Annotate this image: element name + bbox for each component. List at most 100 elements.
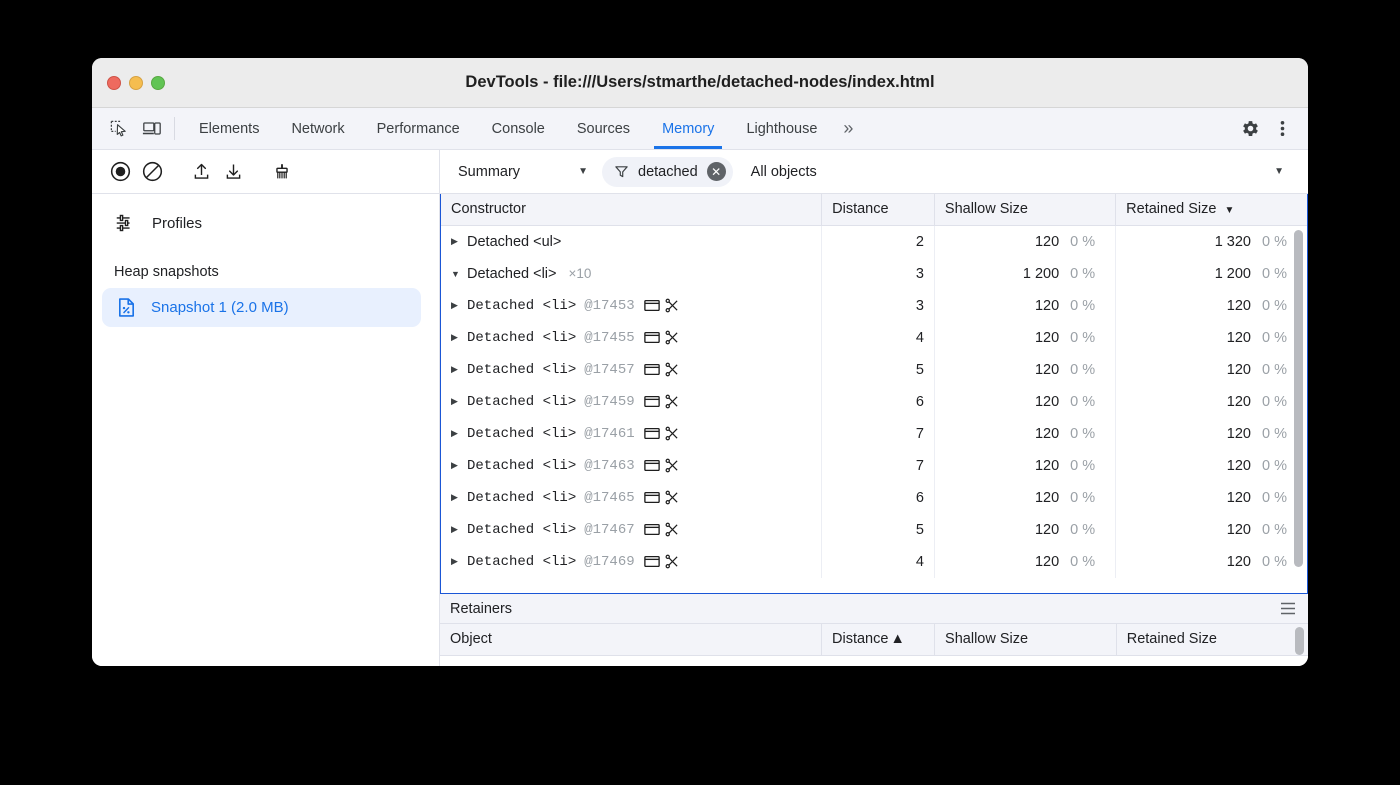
constructor-name: Detached <li> bbox=[467, 522, 576, 538]
constructors-scrollbar[interactable] bbox=[1292, 228, 1305, 589]
record-icon[interactable] bbox=[106, 158, 134, 186]
collapse-triangle-icon[interactable]: ▼ bbox=[451, 269, 467, 279]
close-icon[interactable]: ✕ bbox=[707, 162, 726, 181]
reveal-in-elements-icon[interactable] bbox=[644, 459, 660, 472]
reveal-in-elements-icon[interactable] bbox=[644, 331, 660, 344]
table-row[interactable]: ▶ Detached <li> @17457 5 bbox=[441, 354, 1307, 386]
retained-size-cell: 1200 % bbox=[1116, 418, 1307, 450]
tab-lighthouse[interactable]: Lighthouse bbox=[730, 108, 833, 149]
reveal-in-elements-icon[interactable] bbox=[644, 523, 660, 536]
expand-triangle-icon[interactable]: ▶ bbox=[451, 492, 467, 503]
table-row[interactable]: ▶ Detached <li> @17463 7 bbox=[441, 450, 1307, 482]
constructor-name: Detached <li> bbox=[467, 394, 576, 410]
table-row[interactable]: ▶ Detached <li> @17465 6 bbox=[441, 482, 1307, 514]
object-id: @17455 bbox=[584, 330, 634, 346]
constructor-name: Detached <li> bbox=[467, 554, 576, 570]
expand-triangle-icon[interactable]: ▶ bbox=[451, 236, 467, 247]
tab-performance[interactable]: Performance bbox=[361, 108, 476, 149]
device-toolbar-icon[interactable] bbox=[138, 115, 166, 143]
save-icon[interactable] bbox=[219, 158, 247, 186]
expand-triangle-icon[interactable]: ▶ bbox=[451, 460, 467, 471]
constructor-cell: ▶ Detached <li> @17461 bbox=[441, 418, 822, 450]
more-options-icon[interactable] bbox=[1268, 115, 1296, 143]
distance-cell: 7 bbox=[822, 418, 935, 450]
tune-sliders-icon bbox=[114, 212, 136, 234]
detached-scissors-icon[interactable] bbox=[664, 362, 679, 377]
table-row[interactable]: ▶ Detached <li> @17467 5 bbox=[441, 514, 1307, 546]
reveal-in-elements-icon[interactable] bbox=[644, 491, 660, 504]
column-header-object[interactable]: Object bbox=[440, 624, 822, 656]
detached-scissors-icon[interactable] bbox=[664, 394, 679, 409]
maximize-window-button[interactable] bbox=[151, 76, 165, 90]
tab-sources[interactable]: Sources bbox=[561, 108, 646, 149]
table-row[interactable]: ▼ Detached <li> ×10 3 1 2000 % 1 2000 % bbox=[441, 258, 1307, 290]
column-header-constructor[interactable]: Constructor bbox=[441, 194, 822, 226]
list-menu-icon[interactable] bbox=[1280, 602, 1296, 615]
expand-triangle-icon[interactable]: ▶ bbox=[451, 332, 467, 343]
table-row[interactable]: ▶ Detached <li> @17453 3 bbox=[441, 290, 1307, 322]
object-id: @17469 bbox=[584, 554, 634, 570]
retainers-header: Retainers bbox=[440, 594, 1308, 624]
detached-scissors-icon[interactable] bbox=[664, 298, 679, 313]
retainers-scrollbar[interactable] bbox=[1293, 627, 1306, 655]
minimize-window-button[interactable] bbox=[129, 76, 143, 90]
column-header-distance[interactable]: Distance bbox=[822, 194, 935, 226]
sidebar-item-snapshot-1[interactable]: Snapshot 1 (2.0 MB) bbox=[102, 288, 421, 327]
reveal-in-elements-icon[interactable] bbox=[644, 555, 660, 568]
clear-icon[interactable] bbox=[138, 158, 166, 186]
column-header-shallow-size[interactable]: Shallow Size bbox=[934, 194, 1115, 226]
scrollbar-thumb[interactable] bbox=[1295, 627, 1304, 655]
table-row[interactable]: ▶ Detached <li> @17469 4 bbox=[441, 546, 1307, 578]
retained-size-cell: 1200 % bbox=[1116, 290, 1307, 322]
profiles-sidebar: Profiles Heap snapshots Snapshot 1 (2.0 … bbox=[92, 194, 440, 666]
reveal-in-elements-icon[interactable] bbox=[644, 363, 660, 376]
column-header-retainer-retained-size[interactable]: Retained Size bbox=[1116, 624, 1308, 656]
load-icon[interactable] bbox=[187, 158, 215, 186]
view-select[interactable]: Summary ▼ bbox=[450, 160, 596, 184]
expand-triangle-icon[interactable]: ▶ bbox=[451, 364, 467, 375]
distance-cell: 4 bbox=[822, 546, 935, 578]
reveal-in-elements-icon[interactable] bbox=[644, 395, 660, 408]
table-row[interactable]: ▶ Detached <li> @17461 7 bbox=[441, 418, 1307, 450]
expand-triangle-icon[interactable]: ▶ bbox=[451, 300, 467, 311]
table-row[interactable]: ▶ Detached <li> @17459 6 bbox=[441, 386, 1307, 418]
objects-select[interactable]: All objects ▼ bbox=[741, 160, 1294, 184]
inspect-element-icon[interactable] bbox=[104, 115, 132, 143]
filter-chip[interactable]: detached ✕ bbox=[602, 157, 733, 187]
more-tabs-icon[interactable]: » bbox=[833, 108, 863, 149]
column-header-retained-size[interactable]: Retained Size▼ bbox=[1116, 194, 1307, 226]
detached-scissors-icon[interactable] bbox=[664, 554, 679, 569]
expand-triangle-icon[interactable]: ▶ bbox=[451, 396, 467, 407]
scrollbar-thumb[interactable] bbox=[1294, 230, 1303, 567]
expand-triangle-icon[interactable]: ▶ bbox=[451, 524, 467, 535]
distance-cell: 6 bbox=[822, 386, 935, 418]
table-row[interactable]: ▶ Detached <ul> 2 1200 % 1 3200 % bbox=[441, 226, 1307, 258]
retained-size-cell: 1200 % bbox=[1116, 322, 1307, 354]
object-id: @17459 bbox=[584, 394, 634, 410]
settings-gear-icon[interactable] bbox=[1236, 115, 1264, 143]
table-row[interactable]: ▶ Detached <li> @17455 4 bbox=[441, 322, 1307, 354]
tab-console[interactable]: Console bbox=[476, 108, 561, 149]
object-id: @17463 bbox=[584, 458, 634, 474]
sidebar-item-profiles[interactable]: Profiles bbox=[92, 204, 439, 242]
column-header-retainer-distance[interactable]: Distance▲ bbox=[822, 624, 935, 656]
expand-triangle-icon[interactable]: ▶ bbox=[451, 556, 467, 567]
detached-scissors-icon[interactable] bbox=[664, 330, 679, 345]
tab-elements[interactable]: Elements bbox=[183, 108, 275, 149]
collect-garbage-icon[interactable] bbox=[268, 158, 296, 186]
reveal-in-elements-icon[interactable] bbox=[644, 299, 660, 312]
constructors-body: ▶ Detached <ul> 2 1200 % 1 3200 % bbox=[441, 226, 1307, 578]
expand-triangle-icon[interactable]: ▶ bbox=[451, 428, 467, 439]
detached-scissors-icon[interactable] bbox=[664, 426, 679, 441]
detached-scissors-icon[interactable] bbox=[664, 458, 679, 473]
detached-scissors-icon[interactable] bbox=[664, 490, 679, 505]
close-window-button[interactable] bbox=[107, 76, 121, 90]
tab-memory[interactable]: Memory bbox=[646, 108, 730, 149]
constructor-cell: ▶ Detached <li> @17453 bbox=[441, 290, 822, 322]
tab-network[interactable]: Network bbox=[275, 108, 360, 149]
retained-size-cell: 1200 % bbox=[1116, 386, 1307, 418]
reveal-in-elements-icon[interactable] bbox=[644, 427, 660, 440]
detached-scissors-icon[interactable] bbox=[664, 522, 679, 537]
devtools-tabstrip: Elements Network Performance Console Sou… bbox=[92, 108, 1308, 150]
column-header-retainer-shallow-size[interactable]: Shallow Size bbox=[935, 624, 1117, 656]
